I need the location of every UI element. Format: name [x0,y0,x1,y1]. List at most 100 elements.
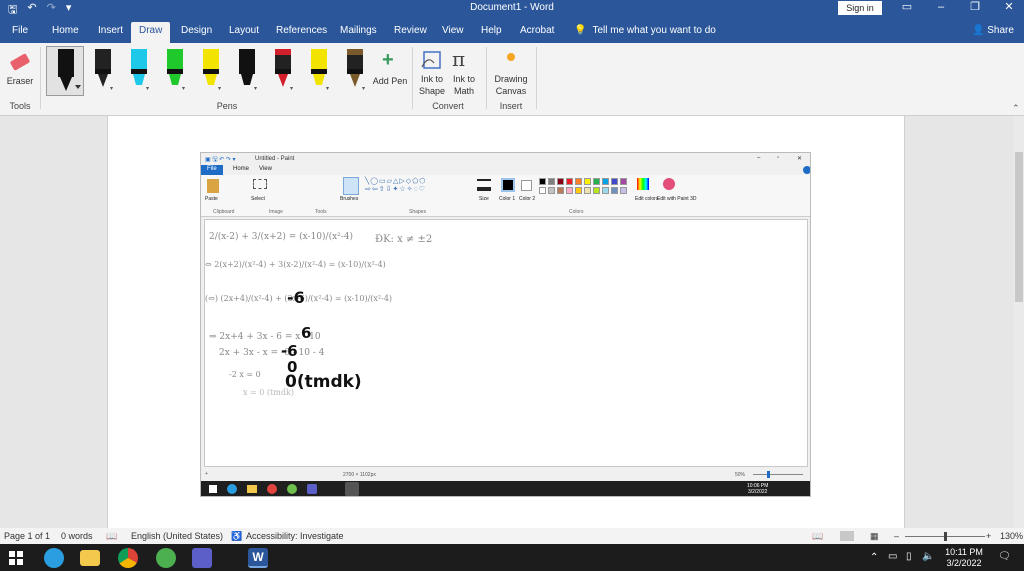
tab-acrobat[interactable]: Acrobat [512,22,562,43]
paint-quick-access-icons: ▣ 🖫 ↶ ↷ ▾ [205,157,236,163]
ribbon-separator [486,47,487,109]
tab-draw[interactable]: Draw [131,22,171,43]
teams-icon[interactable] [192,548,212,568]
plus-icon: + [382,49,394,71]
math-correction: -6 [287,288,305,307]
chevron-down-icon: ▾ [146,86,150,92]
proofing-icon[interactable]: 📖 [106,531,117,542]
status-bar: Page 1 of 1 0 words 📖 English (United St… [0,528,1024,544]
pen-6[interactable]: ▾ [234,47,260,93]
ink-to-math-button[interactable]: π Ink to Math [448,47,480,101]
chrome-icon[interactable] [118,548,138,568]
add-pen-label: Add Pen [372,76,408,86]
tab-review[interactable]: Review [386,22,435,43]
edge-icon[interactable] [44,548,64,568]
web-layout-icon[interactable]: ▦ [870,531,879,542]
paint-ribbon: Paste Select Brushes ╲◯▭▱△▷◇⬠⬡ ⇨⇦⇧⇩✦☆✧◌♡ … [201,175,810,217]
pen-selected[interactable] [46,46,84,96]
math-line: ⇔ 2(x+2)/(x²-4) + 3(x-2)/(x²-4) = (x-10)… [205,260,386,269]
word-icon[interactable]: W [248,548,268,568]
read-mode-icon[interactable]: 📖 [812,531,823,542]
zoom-in-button[interactable]: + [986,531,991,541]
tab-insert[interactable]: Insert [90,22,131,43]
page-count[interactable]: Page 1 of 1 [4,531,50,541]
chevron-down-icon: ▾ [110,86,114,92]
palette-swatch [575,187,582,194]
file-explorer-icon[interactable] [80,550,100,566]
math-correction: 6 [301,324,312,342]
paint-size-icon [477,179,491,191]
chevron-down-icon: ▾ [326,86,330,92]
paint-group-shapes: Shapes [409,209,426,215]
word-count[interactable]: 0 words [61,531,93,541]
paint-title: Untitled - Paint [255,156,295,162]
network-icon[interactable]: ▯ [906,551,912,562]
tab-references[interactable]: References [268,22,335,43]
accessibility-status[interactable]: Accessibility: Investigate [246,531,344,541]
tab-layout[interactable]: Layout [221,22,267,43]
pen-8[interactable]: ▾ [306,47,332,93]
share-button[interactable]: 👤 Share [972,25,1014,36]
zoom-level[interactable]: 130% [1000,531,1023,541]
pen-3[interactable]: ▾ [126,47,152,93]
chevron-down-icon: ▾ [218,86,222,92]
paint-help-icon [803,166,810,174]
drawing-canvas-button[interactable]: Drawing Canvas [490,47,532,101]
ink-to-shape-button[interactable]: Ink to Shape [416,47,448,101]
pen-2[interactable]: ▾ [90,47,116,93]
ink-to-math-label: Ink to Math [452,74,475,96]
tab-mailings[interactable]: Mailings [332,22,385,43]
pens-group-label: Pens [216,101,238,111]
sign-in-button[interactable]: Sign in [838,1,882,15]
collapse-ribbon-icon[interactable]: ⌃ [1012,103,1020,114]
add-pen-button[interactable]: + Add Pen [372,49,408,99]
paint-3d-label: Edit with Paint 3D [657,196,697,202]
palette-swatch [557,178,564,185]
green-app-icon[interactable] [156,548,176,568]
palette-swatch [602,178,609,185]
tray-chevron-icon[interactable]: ⌃ [870,552,878,563]
tray-device-icon[interactable]: ▭ [888,551,897,562]
volume-icon[interactable]: 🔈 [922,551,934,562]
close-button[interactable]: ✕ [994,0,1024,16]
tab-file[interactable]: File [4,22,36,43]
pen-5[interactable]: ▾ [198,47,224,93]
palette-swatch [593,187,600,194]
math-result: 0(tmdk) [285,372,362,392]
zoom-slider-thumb[interactable] [944,532,947,541]
chevron-down-icon: ▾ [290,86,294,92]
taskbar-clock[interactable]: 10:11 PM 3/2/2022 [940,547,988,569]
paint-select-icon [253,179,267,189]
paint-minimize-icon: – [757,155,761,161]
minimize-button[interactable]: – [926,0,956,16]
language[interactable]: English (United States) [131,531,223,541]
paint-zoom-thumb [767,471,770,478]
notifications-icon[interactable]: 🗨 [998,551,1011,562]
clock-date: 3/2/2022 [946,558,982,568]
ribbon-display-options-icon[interactable]: ▭ [892,0,922,16]
zoom-out-button[interactable]: – [894,531,899,541]
insert-group-label: Insert [499,101,523,111]
pen-7[interactable]: ▾ [270,47,296,93]
scrollbar-thumb[interactable] [1015,152,1023,302]
tell-me-search[interactable]: 💡 Tell me what you want to do [574,25,716,36]
palette-swatch [620,178,627,185]
print-layout-icon[interactable] [840,531,854,541]
palette-swatch [611,187,618,194]
tab-help[interactable]: Help [473,22,510,43]
embedded-paint-screenshot[interactable]: ▣ 🖫 ↶ ↷ ▾ Untitled - Paint – ▫ ✕ File Ho… [200,152,811,497]
vertical-scrollbar[interactable] [1014,116,1024,528]
maximize-button[interactable]: ❐ [960,0,990,16]
tab-view[interactable]: View [434,22,472,43]
paint-edit-colors-icon [637,178,649,190]
pen-9[interactable]: ▾ [342,47,368,93]
windows-start-icon[interactable] [6,548,26,568]
pen-4[interactable]: ▾ [162,47,188,93]
eraser-button[interactable]: Eraser [4,47,36,97]
tab-home[interactable]: Home [44,22,87,43]
math-line: -2 x = 0 [229,370,261,379]
paint-zoom-level: 50% [735,472,746,478]
paint-brushes-label: Brushes [340,196,359,202]
paint-group-image: Image [269,209,283,215]
tab-design[interactable]: Design [173,22,220,43]
